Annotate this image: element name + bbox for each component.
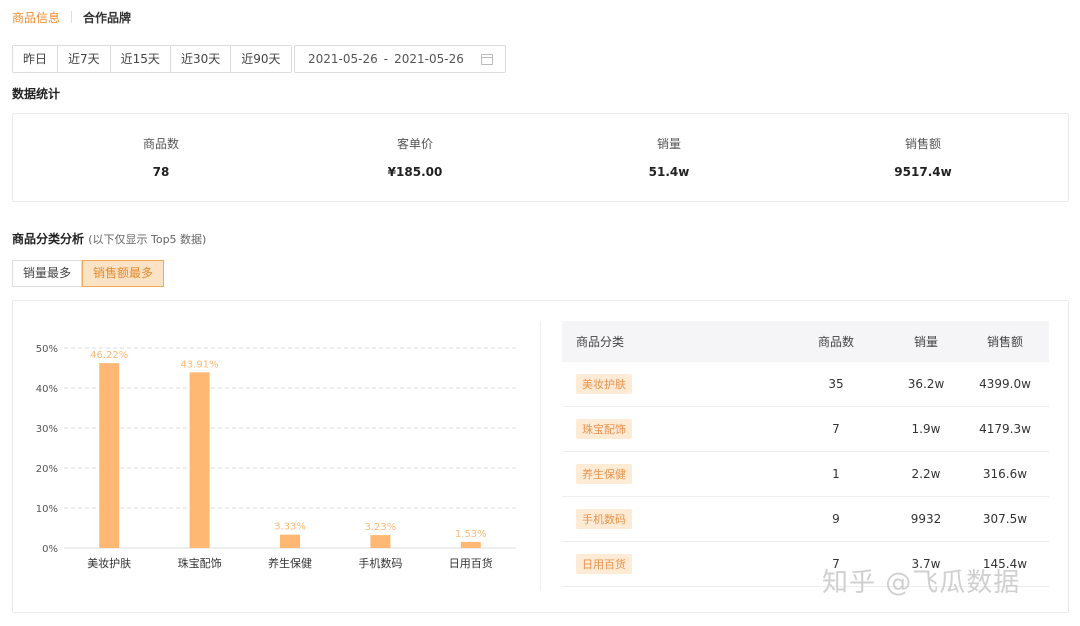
x-tick-label: 养生保健	[268, 556, 312, 570]
calendar-icon[interactable]	[481, 54, 493, 65]
tab-divider	[71, 11, 73, 23]
stat-label: 商品数	[142, 137, 179, 151]
date-range-selector: 昨日 近7天 近15天 近30天 近90天	[12, 45, 292, 73]
cell-product-count: 1	[832, 467, 840, 481]
range-yesterday-button[interactable]: 昨日	[13, 46, 59, 72]
table-row: 手机数码 9 9932 307.5w	[562, 497, 1049, 542]
date-start: 2021-05-26	[308, 52, 378, 66]
x-tick-label: 珠宝配饰	[178, 556, 222, 570]
header-sales-volume: 销量	[913, 335, 938, 349]
category-bar-chart: 0% 10% 20% 30% 40% 50% 46.22% 美妆护肤 43.91% 珠宝配饰 3.3…	[36, 344, 516, 570]
category-title-text: 商品分类分析	[12, 232, 85, 246]
stat-label: 销售额	[904, 137, 941, 151]
x-tick-label: 手机数码	[358, 556, 402, 570]
sort-toggle: 销量最多 销售额最多	[12, 260, 165, 287]
bar	[280, 534, 300, 548]
cell-sales-volume: 9932	[910, 512, 942, 526]
date-picker[interactable]: 2021-05-26 - 2021-05-26	[294, 45, 506, 73]
stats-card: 商品数 78 客单价 ¥185.00 销量 51.4w 销售额 9517.4w	[12, 113, 1069, 202]
category-tag[interactable]: 日用百货	[576, 554, 632, 574]
stats-title: 数据统计	[12, 87, 61, 101]
cell-sales-volume: 1.9w	[911, 422, 941, 436]
top-tabs: 商品信息 合作品牌	[12, 8, 131, 26]
table-row: 养生保健 1 2.2w 316.6w	[562, 452, 1049, 497]
y-tick-label: 30%	[36, 424, 58, 435]
data-label: 46.22%	[90, 350, 128, 361]
sort-by-volume-button[interactable]: 销量最多	[12, 260, 83, 287]
cell-product-count: 7	[832, 422, 840, 436]
category-table: 商品分类 商品数 销量 销售额 美妆护肤 35 36.2w 4399.0w 珠宝…	[562, 321, 1049, 587]
cell-sales-amount: 316.6w	[982, 467, 1028, 481]
watermark: 知乎 @飞瓜数据	[822, 568, 1021, 598]
table-header: 商品分类 商品数 销量 销售额	[562, 321, 1049, 362]
category-title-note: (以下仅显示 Top5 数据)	[88, 233, 207, 246]
stat-value: 51.4w	[648, 165, 690, 179]
stat-value: ¥185.00	[387, 165, 443, 179]
stat-value: 9517.4w	[894, 165, 952, 179]
cell-sales-volume: 36.2w	[907, 377, 945, 391]
sort-by-amount-button[interactable]: 销售额最多	[82, 260, 165, 287]
bar	[189, 372, 210, 548]
category-tag[interactable]: 珠宝配饰	[576, 419, 632, 439]
category-tag[interactable]: 美妆护肤	[576, 374, 632, 394]
cell-sales-amount: 307.5w	[982, 512, 1028, 526]
range-30d-button[interactable]: 近30天	[170, 46, 232, 72]
x-tick-label: 美妆护肤	[87, 556, 131, 570]
table-row: 美妆护肤 35 36.2w 4399.0w	[562, 362, 1049, 407]
data-label: 3.33%	[274, 522, 306, 533]
cell-sales-amount: 4399.0w	[979, 377, 1031, 391]
x-tick-label: 日用百货	[449, 556, 493, 570]
table-row: 珠宝配饰 7 1.9w 4179.3w	[562, 407, 1049, 452]
range-7d-button[interactable]: 近7天	[58, 46, 111, 72]
header-sales-amount: 销售额	[986, 335, 1023, 349]
data-label: 43.91%	[181, 359, 219, 370]
cell-sales-volume: 2.2w	[911, 467, 941, 481]
cell-category: 养生保健	[562, 464, 781, 484]
data-label: 3.23%	[365, 522, 397, 533]
category-tag[interactable]: 养生保健	[576, 464, 632, 484]
range-90d-button[interactable]: 近90天	[231, 46, 291, 72]
bar	[460, 541, 481, 548]
cell-product-count: 9	[832, 512, 840, 526]
range-15d-button[interactable]: 近15天	[110, 46, 171, 72]
cell-sales-amount: 4179.3w	[979, 422, 1031, 436]
y-tick-label: 20%	[36, 464, 58, 475]
y-tick-label: 10%	[36, 504, 58, 515]
panel-divider	[540, 321, 541, 591]
y-tick-label: 0%	[42, 544, 58, 555]
bar	[370, 535, 391, 548]
cell-category: 手机数码	[562, 509, 781, 529]
date-end: 2021-05-26	[394, 52, 464, 66]
header-category: 商品分类	[576, 335, 625, 349]
cell-category: 美妆护肤	[562, 374, 781, 394]
stat-value: 78	[152, 165, 170, 179]
data-label: 1.53%	[455, 529, 487, 540]
cell-category: 珠宝配饰	[562, 419, 781, 439]
y-tick-label: 50%	[36, 344, 58, 355]
date-separator: -	[383, 52, 389, 66]
y-tick-label: 40%	[36, 384, 58, 395]
header-product-count: 商品数	[817, 335, 854, 349]
category-tag[interactable]: 手机数码	[576, 509, 632, 529]
stat-label: 客单价	[396, 137, 433, 151]
cell-category: 日用百货	[562, 554, 781, 574]
bar	[99, 363, 120, 548]
category-title: 商品分类分析 (以下仅显示 Top5 数据)	[12, 230, 206, 247]
stat-label: 销量	[656, 137, 681, 151]
cell-product-count: 35	[828, 377, 844, 391]
tab-partner-brands[interactable]: 合作品牌	[83, 9, 131, 26]
tab-product-info[interactable]: 商品信息	[12, 9, 60, 26]
